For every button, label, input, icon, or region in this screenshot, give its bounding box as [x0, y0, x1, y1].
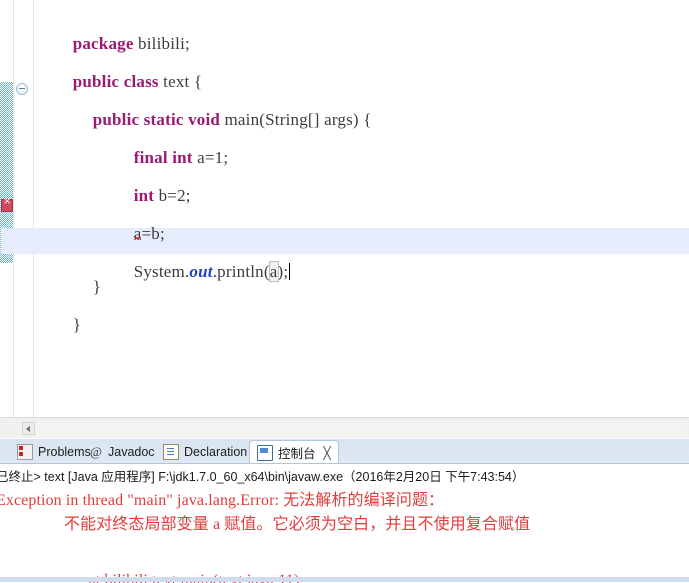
text-caret	[289, 263, 291, 280]
code-line-final-int-a[interactable]: final int a=1;	[107, 119, 228, 167]
tab-label: 控制台	[278, 447, 316, 461]
code-line-println[interactable]: System.out.println(a);	[107, 233, 291, 282]
token-text: .println(	[212, 262, 270, 281]
token-occurrence-a: a	[268, 261, 279, 282]
token-text: main(String[] args) {	[220, 110, 372, 129]
code-line-class-decl[interactable]: public class text {	[46, 43, 202, 91]
error-marker-icon[interactable]	[1, 196, 13, 212]
view-tab-bar: Problems @ Javadoc Declaration 控制台 ╳	[0, 439, 689, 464]
code-line-int-b[interactable]: int b=2;	[107, 157, 191, 205]
code-line-assignment[interactable]: a=b;	[107, 195, 165, 243]
tab-javadoc[interactable]: @ Javadoc	[82, 441, 162, 463]
code-text-region[interactable]: package bilibili; public class text { pu…	[1, 0, 689, 417]
editor-annotation-ruler[interactable]	[0, 0, 14, 417]
token-text: System.	[133, 262, 190, 281]
scrollbar-track[interactable]	[36, 421, 687, 436]
tab-label: Declaration	[184, 445, 248, 459]
token-text: );	[277, 262, 289, 281]
console-error-line-2: 不能对终态局部变量 a 赋值。它必须为空白，并且不使用复合赋值	[64, 516, 531, 533]
code-line-package[interactable]: package bilibili;	[46, 5, 190, 53]
editor-folding-gutter[interactable]	[14, 0, 32, 417]
token-text: a=1;	[192, 148, 229, 167]
console-process-header: 已终止> text [Java 应用程序] F:\jdk1.7.0_60_x64…	[0, 470, 525, 484]
token-text: }	[92, 277, 102, 296]
fold-collapse-icon[interactable]	[16, 83, 28, 95]
close-icon[interactable]: ╳	[324, 446, 331, 460]
editor-horizontal-scrollbar[interactable]	[0, 417, 689, 438]
console-output-area[interactable]: 已终止> text [Java 应用程序] F:\jdk1.7.0_60_x64…	[0, 463, 689, 583]
at-icon: @	[90, 444, 102, 459]
current-line-highlight	[1, 228, 689, 254]
console-icon	[257, 444, 273, 461]
declaration-icon	[163, 444, 179, 460]
problems-icon	[17, 444, 33, 460]
code-line-close-method[interactable]: }	[66, 248, 101, 296]
code-line-close-class[interactable]: }	[46, 286, 81, 334]
bottom-status-strip	[0, 577, 689, 582]
tab-console[interactable]: 控制台 ╳	[249, 440, 339, 464]
token-text: }	[72, 315, 82, 334]
token-field-out: out	[189, 262, 213, 281]
tab-declaration[interactable]: Declaration	[156, 441, 254, 463]
console-error-line-1: Exception in thread "main" java.lang.Err…	[0, 492, 445, 509]
java-source-editor[interactable]: package bilibili; public class text { pu…	[0, 0, 689, 417]
tab-label: Javadoc	[108, 445, 155, 459]
scroll-left-arrow-icon[interactable]	[22, 422, 35, 435]
bottom-view-stack: Problems @ Javadoc Declaration 控制台 ╳ 已终止…	[0, 439, 689, 583]
code-line-main-decl[interactable]: public static void main(String[] args) {	[66, 81, 372, 129]
